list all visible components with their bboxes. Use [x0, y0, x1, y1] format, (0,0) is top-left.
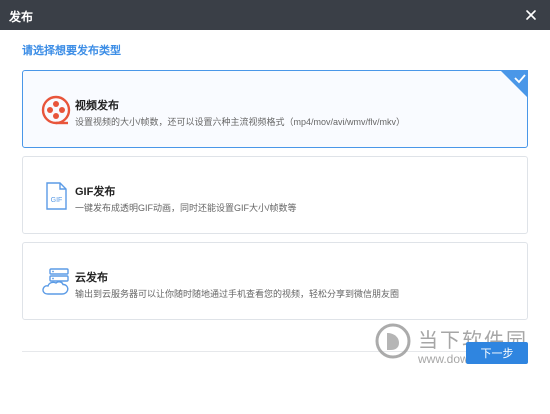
option-video-name: 视频发布: [75, 100, 119, 112]
option-gif-name: GIF发布: [75, 186, 116, 198]
option-cloud-name: 云发布: [75, 272, 108, 284]
gif-file-icon: GIF: [46, 182, 67, 210]
next-step-button[interactable]: 下一步: [466, 342, 528, 364]
footer-divider: [22, 351, 528, 352]
option-gif-desc: 一键发布成透明GIF动画，同时还能设置GIF大小/帧数等: [75, 203, 297, 213]
option-cloud-desc: 输出到云服务器可以让你随时随地通过手机查看您的视频，轻松分享到微信朋友圈: [75, 289, 400, 299]
option-video-desc: 设置视频的大小/帧数，还可以设置六种主流视频格式（mp4/mov/avi/wmv…: [75, 117, 406, 127]
option-gif-publish[interactable]: GIF GIF发布 一键发布成透明GIF动画，同时还能设置GIF大小/帧数等: [22, 156, 528, 234]
window-title: 发布: [9, 10, 34, 24]
cloud-server-icon: [42, 268, 69, 295]
prompt-label: 请选择想要发布类型: [22, 45, 121, 57]
option-video-publish[interactable]: 视频发布 设置视频的大小/帧数，还可以设置六种主流视频格式（mp4/mov/av…: [22, 70, 528, 148]
option-cloud-publish[interactable]: 云发布 输出到云服务器可以让你随时随地通过手机查看您的视频，轻松分享到微信朋友圈: [22, 242, 528, 320]
gif-icon-label: GIF: [51, 197, 63, 204]
close-icon[interactable]: [522, 6, 540, 24]
selected-check-icon: [500, 70, 528, 98]
film-reel-icon: [41, 95, 71, 125]
title-bar: 发布: [0, 0, 550, 30]
